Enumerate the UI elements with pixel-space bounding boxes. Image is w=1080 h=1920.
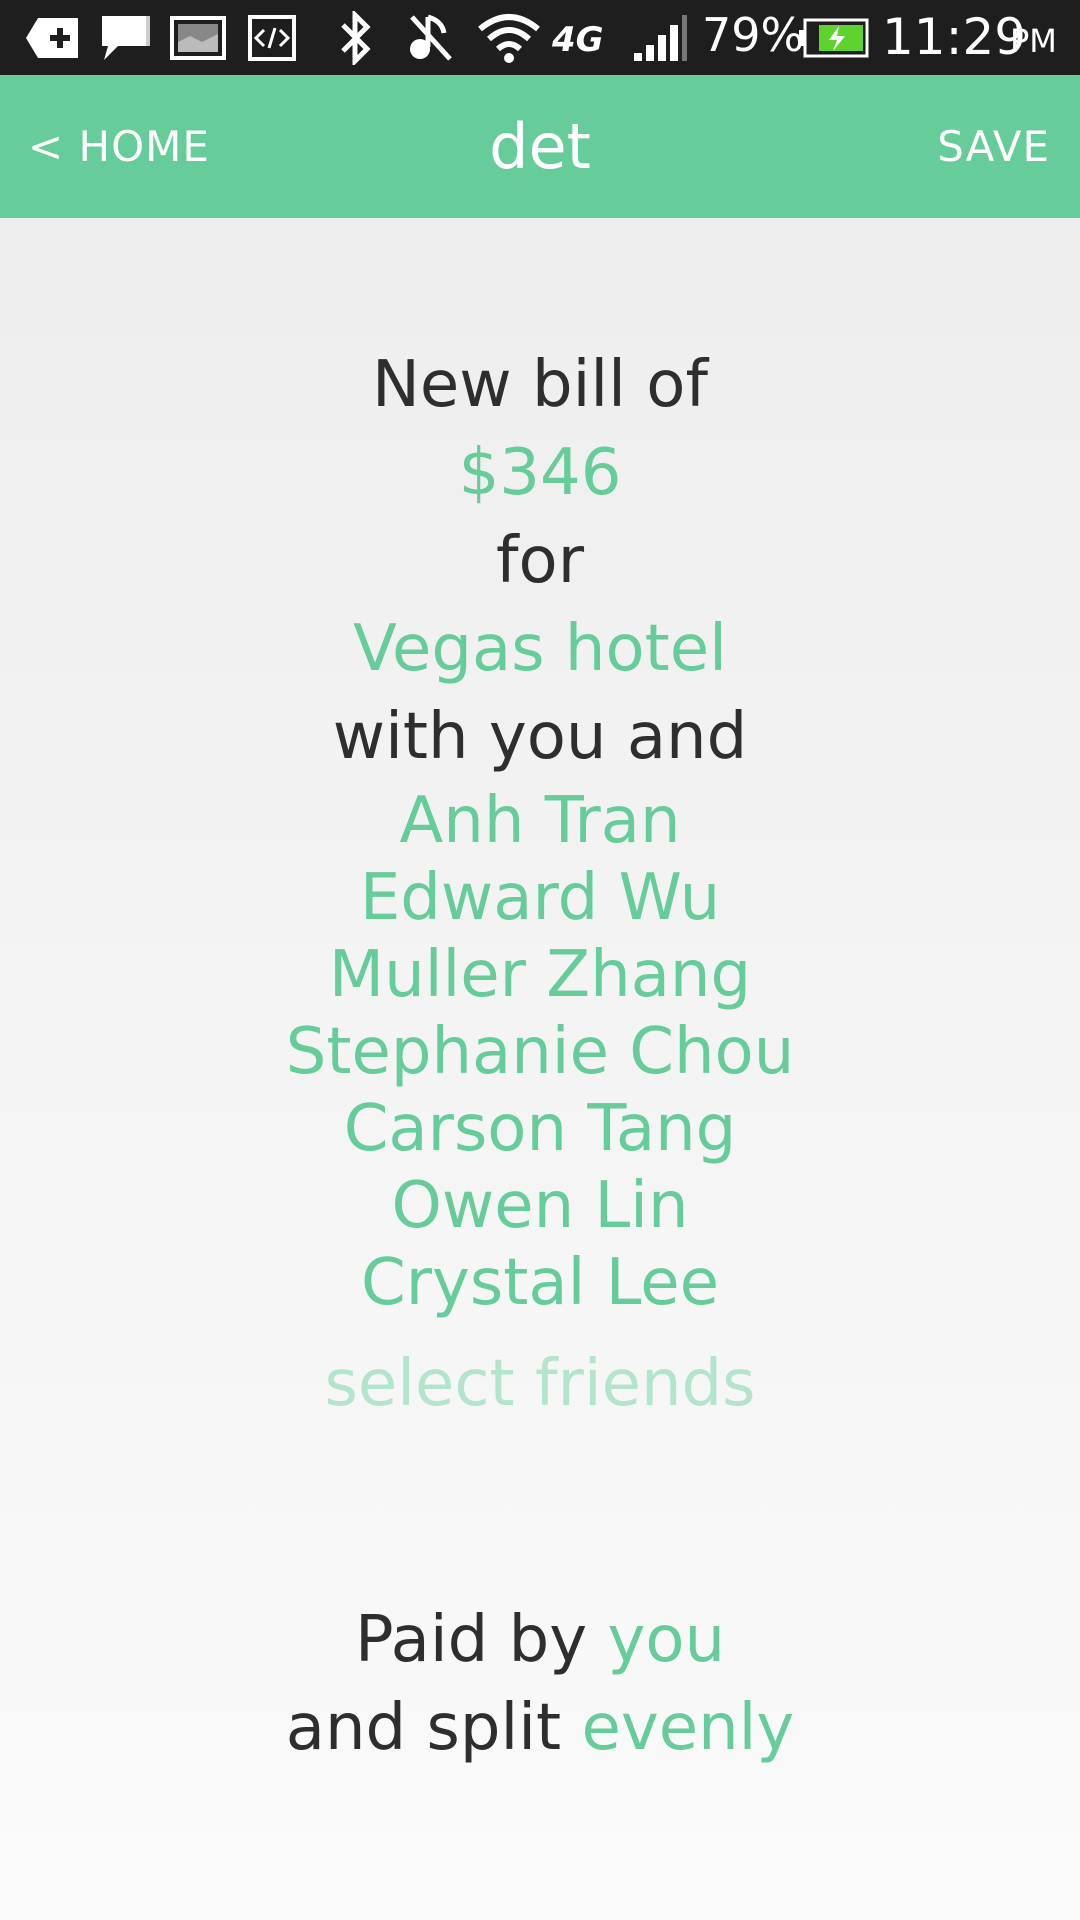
4g-icon: 4G (552, 20, 604, 60)
save-button[interactable]: SAVE (937, 75, 1050, 218)
code-icon (244, 10, 300, 66)
clock-time: 11:29 (882, 8, 1027, 66)
friend-item[interactable]: Owen Lin (0, 1168, 1080, 1245)
signal-icon (630, 10, 690, 66)
app-bar: < HOME det SAVE (0, 75, 1080, 218)
split-method-selector[interactable]: evenly (581, 1691, 794, 1765)
bill-form: New bill of $346 for Vegas hotel with yo… (0, 218, 1080, 1428)
payment-summary: Paid by you and split evenly (0, 1596, 1080, 1772)
bill-amount-field[interactable]: $346 (0, 429, 1080, 517)
bluetooth-icon (336, 10, 376, 66)
select-friends-button[interactable]: select friends (0, 1340, 1080, 1428)
message-icon (96, 10, 156, 66)
battery-percent: 79% (702, 8, 805, 62)
with-label: with you and (332, 700, 748, 774)
friend-item[interactable]: Stephanie Chou (0, 1014, 1080, 1091)
friends-list: Anh Tran Edward Wu Muller Zhang Stephani… (0, 783, 1080, 1322)
paid-by-label: Paid by (354, 1603, 588, 1677)
mute-icon (404, 10, 458, 66)
image-icon (168, 10, 228, 66)
clock-ampm: PM (1010, 22, 1057, 60)
paid-by-selector[interactable]: you (607, 1603, 725, 1677)
friend-item[interactable]: Muller Zhang (0, 937, 1080, 1014)
status-bar: 4G 79% 11:29 PM (0, 0, 1080, 75)
friend-item[interactable]: Edward Wu (0, 860, 1080, 937)
top-spacer (0, 218, 1080, 341)
friend-item[interactable]: Crystal Lee (0, 1245, 1080, 1322)
friend-item[interactable]: Carson Tang (0, 1091, 1080, 1168)
add-notification-icon (22, 10, 82, 66)
for-label: for (496, 524, 584, 598)
bill-intro-label: New bill of (372, 348, 708, 422)
battery-charging-icon (798, 10, 870, 66)
split-label: and split (285, 1691, 562, 1765)
page-title: det (489, 110, 591, 183)
bill-description-field[interactable]: Vegas hotel (0, 605, 1080, 693)
wifi-icon (474, 10, 544, 66)
friend-item[interactable]: Anh Tran (0, 783, 1080, 860)
